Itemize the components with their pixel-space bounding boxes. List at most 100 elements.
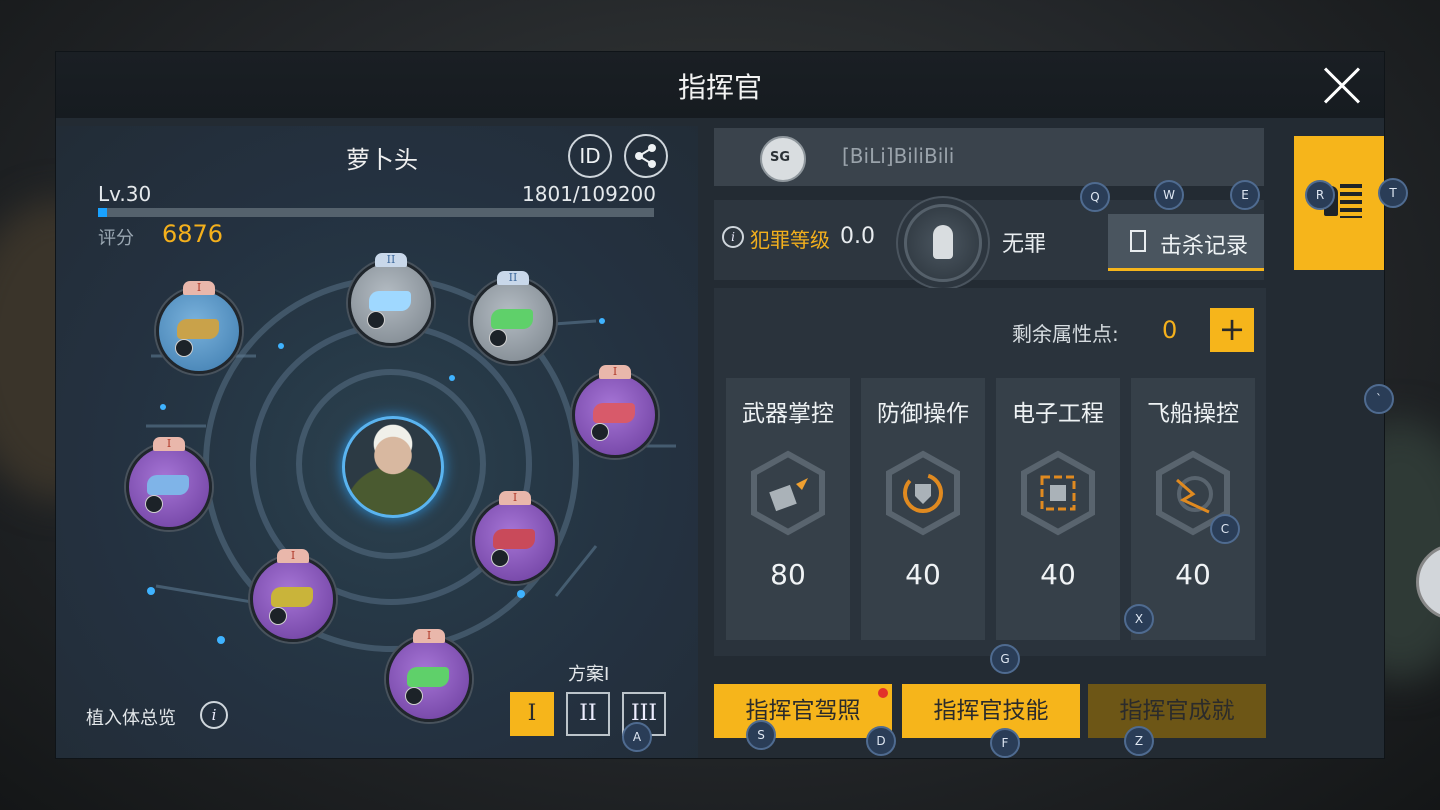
hotkey-c[interactable]: C <box>1210 514 1240 544</box>
implant-type-icon <box>491 549 509 567</box>
commander-panel: 指挥官 萝卜头 ID Lv.30 1801/109200 评分 6876 I I… <box>56 52 1384 758</box>
commander-portrait[interactable] <box>342 416 444 518</box>
hotkey-x[interactable]: X <box>1124 604 1154 634</box>
remaining-points-value: 0 <box>1162 316 1178 344</box>
attribute-value: 80 <box>770 558 806 591</box>
notification-dot <box>878 688 888 698</box>
implant-slot[interactable]: I <box>386 629 472 722</box>
implant-slot[interactable]: II <box>470 271 556 364</box>
implant-item-icon <box>491 309 533 329</box>
implant-tier-badge: I <box>499 491 531 505</box>
commander-skills-button[interactable]: 指挥官技能 <box>902 684 1080 738</box>
implant-slot[interactable]: I <box>572 365 658 458</box>
hotkey-t[interactable]: T <box>1378 178 1408 208</box>
attribute-value: 40 <box>905 558 941 591</box>
implant-type-icon <box>489 329 507 347</box>
chip-icon <box>1021 450 1095 536</box>
implant-type-icon <box>269 607 287 625</box>
implant-type-icon <box>591 423 609 441</box>
attribute-card-ship[interactable]: 飞船操控 40 <box>1131 378 1255 640</box>
implant-type-icon <box>367 311 385 329</box>
commander-license-button[interactable]: 指挥官驾照 <box>714 684 892 738</box>
hourglass-icon <box>1130 230 1146 252</box>
profile-icon <box>904 204 982 282</box>
implant-tier-badge: II <box>497 271 529 285</box>
implant-type-icon <box>175 339 193 357</box>
attribute-name: 电子工程 <box>1012 401 1104 427</box>
implant-tier-badge: II <box>375 253 407 267</box>
attribute-name: 防御操作 <box>877 401 969 427</box>
plan-button-1[interactable]: I <box>510 692 554 736</box>
implant-info-icon[interactable]: i <box>200 701 228 729</box>
hotkey-f[interactable]: F <box>990 728 1020 758</box>
implant-tier-badge: I <box>183 281 215 295</box>
guild-bar[interactable]: SG [BiLi]BiliBili <box>714 128 1264 186</box>
plan-label: 方案I <box>568 664 610 685</box>
plan-button-2[interactable]: II <box>566 692 610 736</box>
implant-tier-badge: I <box>153 437 185 451</box>
implant-item-icon <box>407 667 449 687</box>
crime-level-value: 0.0 <box>840 224 875 249</box>
player-name: 萝卜头 <box>346 146 418 174</box>
score-value: 6876 <box>162 220 224 248</box>
kill-record-button[interactable]: 击杀记录 <box>1108 214 1264 271</box>
implant-item-icon <box>271 587 313 607</box>
implant-slot[interactable]: I <box>250 549 336 642</box>
implant-item-icon <box>493 529 535 549</box>
implant-item-icon <box>147 475 189 495</box>
player-level: Lv.30 <box>98 182 152 206</box>
crime-status: 无罪 <box>1002 232 1047 257</box>
attribute-name: 武器掌控 <box>742 401 834 427</box>
experience-bar-fill <box>98 208 108 217</box>
hotkey-a[interactable]: A <box>622 722 652 752</box>
add-points-button[interactable]: + <box>1210 308 1254 352</box>
experience-text: 1801/109200 <box>522 182 656 206</box>
hotkey-e[interactable]: E <box>1230 180 1260 210</box>
hotkey-q[interactable]: Q <box>1080 182 1110 212</box>
implant-item-icon <box>369 291 411 311</box>
implant-tier-badge: I <box>413 629 445 643</box>
implant-slot[interactable]: I <box>126 437 212 530</box>
experience-bar <box>98 208 654 217</box>
guild-name: [BiLi]BiliBili <box>842 144 955 168</box>
weapon-icon <box>751 450 825 536</box>
implant-tier-badge: I <box>277 549 309 563</box>
share-button[interactable] <box>624 134 668 178</box>
attribute-value: 40 <box>1040 558 1076 591</box>
player-id-button[interactable]: ID <box>568 134 612 178</box>
implant-item-icon <box>177 319 219 339</box>
title-bar: 指挥官 <box>56 52 1384 118</box>
close-button[interactable] <box>1322 66 1362 106</box>
implant-slot[interactable]: I <box>472 491 558 584</box>
window-title: 指挥官 <box>677 71 762 104</box>
attribute-card-weapon[interactable]: 武器掌控 80 <box>726 378 850 640</box>
score-label: 评分 <box>98 228 134 249</box>
crime-info-icon[interactable]: i <box>722 226 744 248</box>
implant-pane: 萝卜头 ID Lv.30 1801/109200 评分 6876 I II II I I… <box>56 126 698 758</box>
kill-record-label: 击杀记录 <box>1160 234 1249 259</box>
attribute-panel: 剩余属性点: 0 + 武器掌控 80 防御操作 40 电子工程 40 飞船操控 … <box>714 288 1266 656</box>
implant-overview-label: 植入体总览 <box>86 708 176 729</box>
crime-level-label: 犯罪等级 <box>750 228 830 252</box>
attribute-value: 40 <box>1175 558 1211 591</box>
hotkey-backtick[interactable]: ` <box>1364 384 1394 414</box>
guild-logo: SG <box>760 136 806 182</box>
implant-item-icon <box>593 403 635 423</box>
crime-bar: i 犯罪等级 0.0 无罪 击杀记录 <box>714 200 1264 282</box>
hotkey-r[interactable]: R <box>1305 180 1335 210</box>
implant-type-icon <box>405 687 423 705</box>
guild-logo-text: SG <box>770 150 791 165</box>
hotkey-g[interactable]: G <box>990 644 1020 674</box>
hotkey-w[interactable]: W <box>1154 180 1184 210</box>
implant-slot[interactable]: I <box>156 281 242 374</box>
attribute-card-electronics[interactable]: 电子工程 40 <box>996 378 1120 640</box>
list-lines-icon <box>1340 184 1362 218</box>
hotkey-s[interactable]: S <box>746 720 776 750</box>
shield-icon <box>886 450 960 536</box>
implant-tier-badge: I <box>599 365 631 379</box>
hotkey-d[interactable]: D <box>866 726 896 756</box>
commander-achievements-button[interactable]: 指挥官成就 <box>1088 684 1266 738</box>
attribute-card-defense[interactable]: 防御操作 40 <box>861 378 985 640</box>
implant-slot[interactable]: II <box>348 253 434 346</box>
hotkey-z[interactable]: Z <box>1124 726 1154 756</box>
